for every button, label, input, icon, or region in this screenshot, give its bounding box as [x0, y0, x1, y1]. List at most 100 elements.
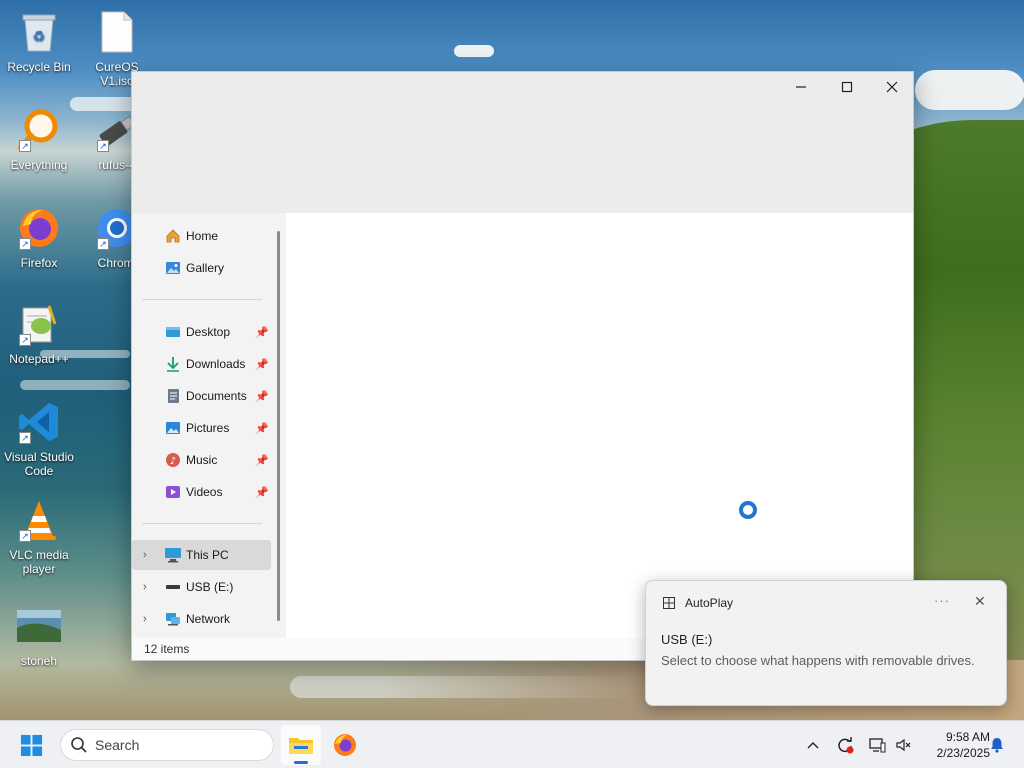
file-explorer-window[interactable]: Home Gallery Desktop 📌 Downloads 📌 Docum…: [131, 71, 914, 661]
notification-app-name: AutoPlay: [685, 596, 734, 610]
vlc-cone-icon: ↗: [15, 496, 63, 544]
nav-separator: [142, 299, 262, 300]
svg-text:♻: ♻: [33, 29, 46, 45]
loading-spinner-icon: [739, 501, 757, 519]
image-thumbnail-icon: [15, 602, 63, 650]
svg-text:♪: ♪: [170, 456, 176, 467]
notification-body: Select to choose what happens with remov…: [661, 653, 975, 668]
taskbar-clock[interactable]: 9:58 AM 2/23/2025: [920, 729, 990, 761]
taskbar-file-explorer[interactable]: [281, 725, 321, 765]
desktop-icon-everything[interactable]: ↗ Everything: [0, 106, 78, 172]
everything-search-icon: ↗: [15, 106, 63, 154]
maximize-button[interactable]: [824, 72, 870, 102]
autoplay-app-icon: [663, 597, 675, 609]
show-hidden-icons-chevron-up-icon[interactable]: [802, 721, 824, 768]
nav-item-label: Gallery: [186, 261, 225, 275]
item-count: 12 items: [144, 642, 190, 656]
network-icon: [164, 610, 182, 628]
iso-file-icon: [93, 8, 141, 56]
desktop-icon-stoneh[interactable]: stoneh: [0, 602, 78, 668]
shortcut-arrow-icon: ↗: [19, 432, 31, 444]
nav-item-desktop[interactable]: Desktop 📌: [132, 317, 271, 347]
pin-icon[interactable]: 📌: [255, 486, 269, 499]
shortcut-arrow-icon: ↗: [19, 334, 31, 346]
minimize-button[interactable]: [778, 72, 824, 102]
nav-separator: [142, 523, 262, 524]
nav-item-usb-drive[interactable]: › USB (E:): [132, 572, 271, 602]
music-icon: ♪: [164, 451, 182, 469]
nav-item-music[interactable]: ♪ Music 📌: [132, 445, 271, 475]
notification-bell-icon[interactable]: [986, 721, 1008, 768]
chevron-right-icon[interactable]: ›: [143, 613, 147, 625]
clock-date: 2/23/2025: [936, 746, 990, 760]
autoplay-notification[interactable]: AutoPlay ··· ✕ USB (E:) Select to choose…: [645, 580, 1007, 706]
pin-icon[interactable]: 📌: [255, 358, 269, 371]
nav-item-label: This PC: [186, 548, 229, 562]
surf: [20, 380, 130, 390]
minimize-icon: [796, 86, 806, 88]
nav-item-label: Pictures: [186, 421, 230, 435]
desktop-icon-label: Notepad++: [9, 352, 69, 366]
taskbar: Search 9:58 AM 2/23/2025: [0, 720, 1024, 768]
desktop-icon-label: Recycle Bin: [7, 60, 71, 74]
gallery-icon: [164, 259, 182, 277]
desktop-icon-label: stoneh: [20, 654, 58, 668]
desktop-icon-firefox[interactable]: ↗ Firefox: [0, 204, 78, 270]
home-icon: [164, 227, 182, 245]
usb-drive-icon: [164, 578, 182, 596]
desktop-icon-recycle-bin[interactable]: ♻ Recycle Bin: [0, 8, 78, 74]
shortcut-arrow-icon: ↗: [97, 140, 109, 152]
search-icon: [71, 737, 87, 753]
sync-status-icon[interactable]: [834, 721, 856, 768]
shortcut-arrow-icon: ↗: [97, 238, 109, 250]
volume-muted-icon[interactable]: [892, 721, 914, 768]
nav-item-label: Documents: [186, 389, 247, 403]
documents-icon: [164, 387, 182, 405]
pin-icon[interactable]: 📌: [255, 454, 269, 467]
pin-icon[interactable]: 📌: [255, 390, 269, 403]
nav-item-pictures[interactable]: Pictures 📌: [132, 413, 271, 443]
start-button-windows-icon[interactable]: [20, 734, 43, 757]
taskbar-search-box[interactable]: Search: [60, 729, 274, 761]
desktop-icon-label: Everything: [10, 158, 68, 172]
network-status-icon[interactable]: [866, 721, 888, 768]
more-options-icon[interactable]: ···: [934, 593, 950, 608]
desktop-icon-label: Visual Studio Code: [4, 450, 74, 478]
file-list-area[interactable]: [286, 213, 913, 640]
desktop-icon-vscode[interactable]: ↗ Visual Studio Code: [0, 398, 78, 478]
clock-time: 9:58 AM: [945, 730, 990, 744]
nav-item-label: Network: [186, 612, 231, 626]
nav-item-label: Downloads: [186, 357, 246, 371]
pin-icon[interactable]: 📌: [255, 422, 269, 435]
nav-scrollbar[interactable]: [277, 231, 280, 621]
chevron-right-icon[interactable]: ›: [143, 549, 147, 561]
nav-item-videos[interactable]: Videos 📌: [132, 477, 271, 507]
cloud: [915, 70, 1024, 110]
pin-icon[interactable]: 📌: [255, 326, 269, 339]
maximize-icon: [841, 81, 853, 93]
nav-item-downloads[interactable]: Downloads 📌: [132, 349, 271, 379]
nav-item-network[interactable]: › Network: [132, 604, 271, 634]
nav-item-documents[interactable]: Documents 📌: [132, 381, 271, 411]
title-bar[interactable]: [132, 72, 913, 213]
search-placeholder: Search: [95, 737, 140, 753]
nav-item-label: USB (E:): [186, 580, 234, 594]
nav-item-home[interactable]: Home: [132, 221, 271, 251]
nav-item-label: Desktop: [186, 325, 231, 339]
taskbar-firefox[interactable]: [325, 725, 365, 765]
shortcut-arrow-icon: ↗: [19, 238, 31, 250]
close-button[interactable]: [869, 72, 915, 102]
nav-item-gallery[interactable]: Gallery: [132, 253, 271, 283]
nav-item-this-pc[interactable]: › This PC: [132, 540, 271, 570]
navigation-pane[interactable]: Home Gallery Desktop 📌 Downloads 📌 Docum…: [132, 213, 286, 640]
desktop-icon-notepadpp[interactable]: ↗ Notepad++: [0, 300, 78, 366]
notification-close-icon[interactable]: ✕: [974, 593, 986, 610]
desktop-folder-icon: [164, 323, 182, 341]
file-explorer-icon: [289, 738, 313, 754]
downloads-icon: [164, 355, 182, 373]
recycle-bin-icon: ♻: [15, 8, 63, 56]
desktop-icon-label: Firefox: [20, 256, 58, 270]
desktop-icon-vlc[interactable]: ↗ VLC media player: [0, 496, 78, 576]
chevron-right-icon[interactable]: ›: [143, 581, 147, 593]
cloud: [454, 45, 494, 57]
